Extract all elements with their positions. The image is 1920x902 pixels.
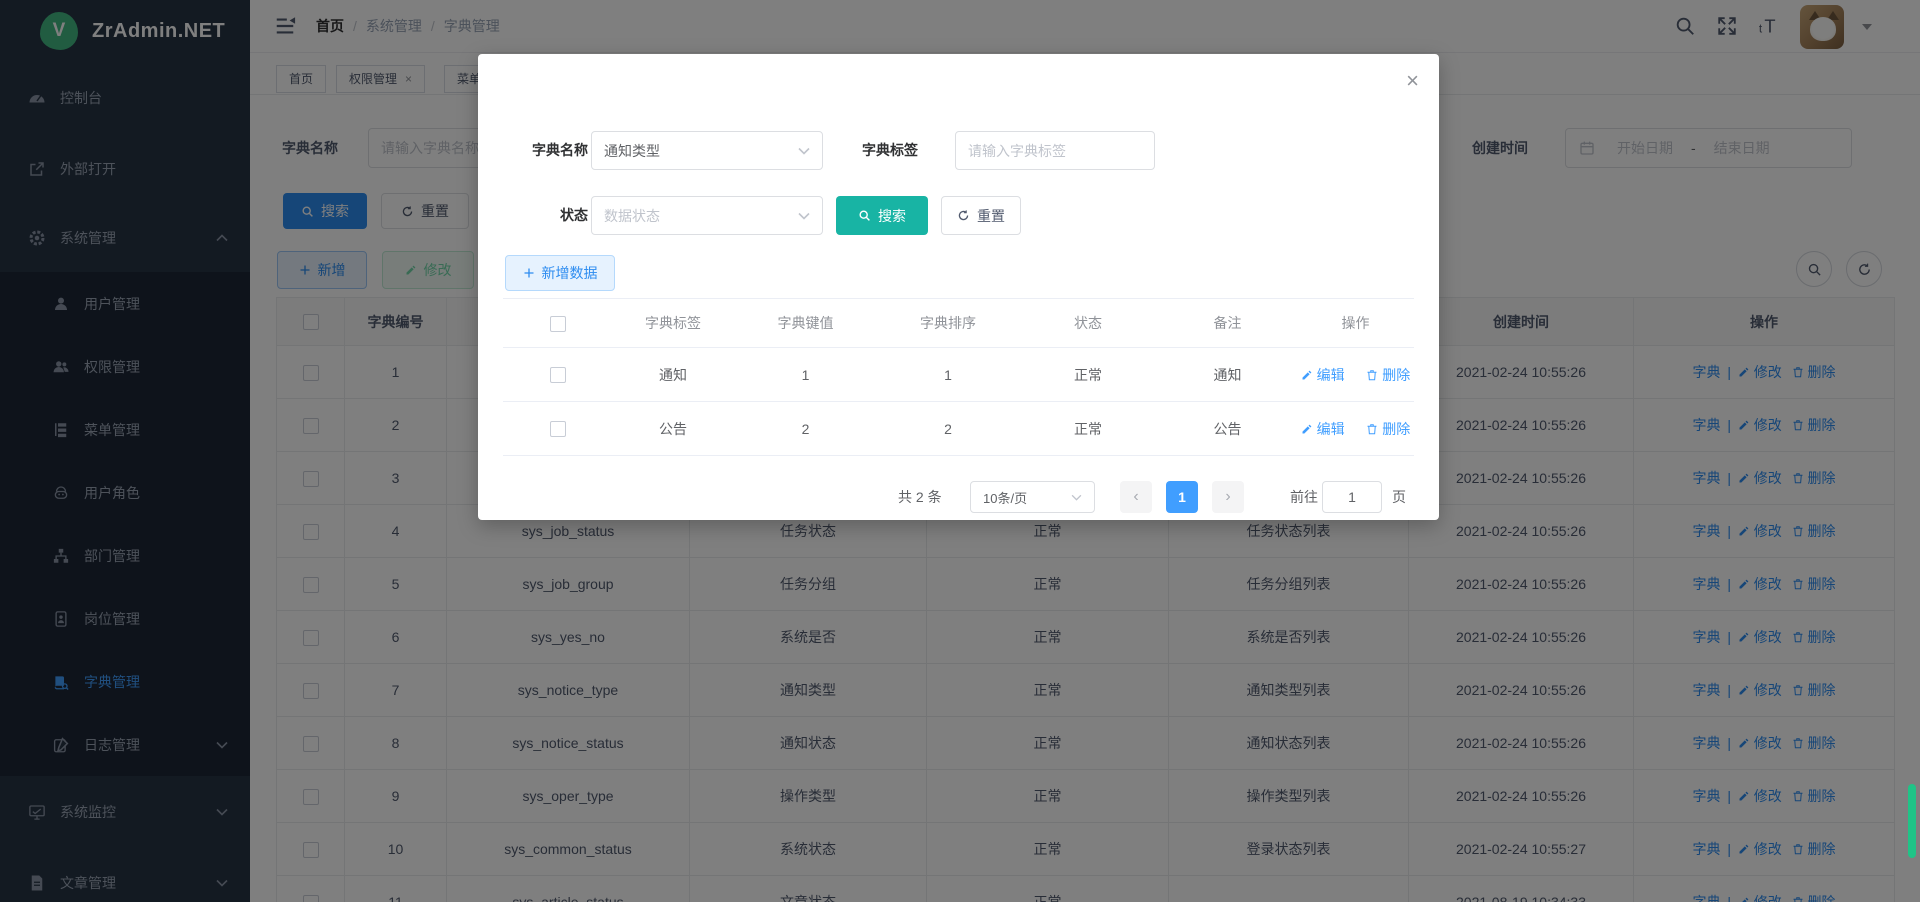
edit-link[interactable]: 编辑 — [1317, 367, 1345, 383]
select-all-header — [503, 299, 613, 348]
status-cell: 正常 — [1018, 402, 1158, 456]
dict-label-cell: 通知 — [613, 348, 733, 402]
operations-cell: 编辑 删除 — [1297, 402, 1414, 456]
dict-value-cell: 2 — [733, 402, 878, 456]
row-checkbox[interactable] — [550, 421, 566, 437]
col-header-value: 字典键值 — [733, 299, 878, 348]
delete-link[interactable]: 删除 — [1382, 367, 1410, 383]
scrollbar-thumb[interactable] — [1908, 784, 1916, 858]
operations-cell: 编辑 删除 — [1297, 348, 1414, 402]
current-page-button[interactable]: 1 — [1166, 481, 1198, 513]
refresh-icon — [957, 209, 970, 222]
table-row: 公告 2 2 正常 公告 编辑 删除 — [503, 402, 1414, 456]
app-root: V ZrAdmin.NET 控制台 外部打开 系统管理 用户管理 — [0, 0, 1920, 902]
pencil-icon — [1301, 369, 1313, 381]
dict-data-dialog: × 字典名称 通知类型 字典标签 状态 数据状态 搜索 重置 新增数据 — [478, 54, 1439, 520]
dict-label-label: 字典标签 — [808, 131, 918, 170]
modal-reset-button[interactable]: 重置 — [941, 196, 1021, 235]
close-dialog-icon[interactable]: × — [1406, 70, 1419, 92]
select-all-checkbox[interactable] — [550, 316, 566, 332]
col-header-remark: 备注 — [1158, 299, 1297, 348]
pagination: 共 2 条 10条/页 ‹ 1 › 前往 页 — [478, 481, 1439, 513]
goto-label: 前往 — [1290, 481, 1318, 513]
dict-name-label: 字典名称 — [508, 131, 588, 170]
row-checkbox[interactable] — [550, 367, 566, 383]
page-size-select[interactable]: 10条/页 — [970, 481, 1095, 513]
delete-link[interactable]: 删除 — [1382, 421, 1410, 437]
trash-icon — [1366, 369, 1378, 381]
dict-label-input[interactable] — [955, 131, 1155, 170]
chevron-down-icon — [1071, 494, 1082, 501]
col-header-status: 状态 — [1018, 299, 1158, 348]
dict-sort-cell: 2 — [878, 402, 1018, 456]
add-data-button[interactable]: 新增数据 — [505, 255, 615, 291]
chevron-down-icon — [798, 212, 810, 220]
next-page-button[interactable]: › — [1212, 481, 1244, 513]
goto-page-input[interactable] — [1322, 481, 1382, 513]
table-row: 通知 1 1 正常 通知 编辑 删除 — [503, 348, 1414, 402]
status-select[interactable]: 数据状态 — [591, 196, 823, 235]
dict-value-cell: 1 — [733, 348, 878, 402]
modal-search-button[interactable]: 搜索 — [836, 196, 928, 235]
col-header-sort: 字典排序 — [878, 299, 1018, 348]
pencil-icon — [1301, 423, 1313, 435]
remark-cell: 公告 — [1158, 402, 1297, 456]
status-cell: 正常 — [1018, 348, 1158, 402]
total-count: 共 2 条 — [898, 481, 942, 513]
dict-sort-cell: 1 — [878, 348, 1018, 402]
page-unit-label: 页 — [1392, 481, 1406, 513]
edit-link[interactable]: 编辑 — [1317, 421, 1345, 437]
dict-data-table: 字典标签 字典键值 字典排序 状态 备注 操作 通知 1 1 正常 通知 编辑 … — [503, 298, 1414, 456]
prev-page-button[interactable]: ‹ — [1120, 481, 1152, 513]
dict-name-select[interactable]: 通知类型 — [591, 131, 823, 170]
plus-icon — [523, 267, 535, 279]
table-header-row: 字典标签 字典键值 字典排序 状态 备注 操作 — [503, 299, 1414, 348]
row-select-cell — [503, 402, 613, 456]
row-select-cell — [503, 348, 613, 402]
trash-icon — [1366, 423, 1378, 435]
dict-label-cell: 公告 — [613, 402, 733, 456]
remark-cell: 通知 — [1158, 348, 1297, 402]
col-header-operations: 操作 — [1297, 299, 1414, 348]
search-icon — [858, 209, 871, 222]
status-label: 状态 — [508, 196, 588, 235]
col-header-label: 字典标签 — [613, 299, 733, 348]
